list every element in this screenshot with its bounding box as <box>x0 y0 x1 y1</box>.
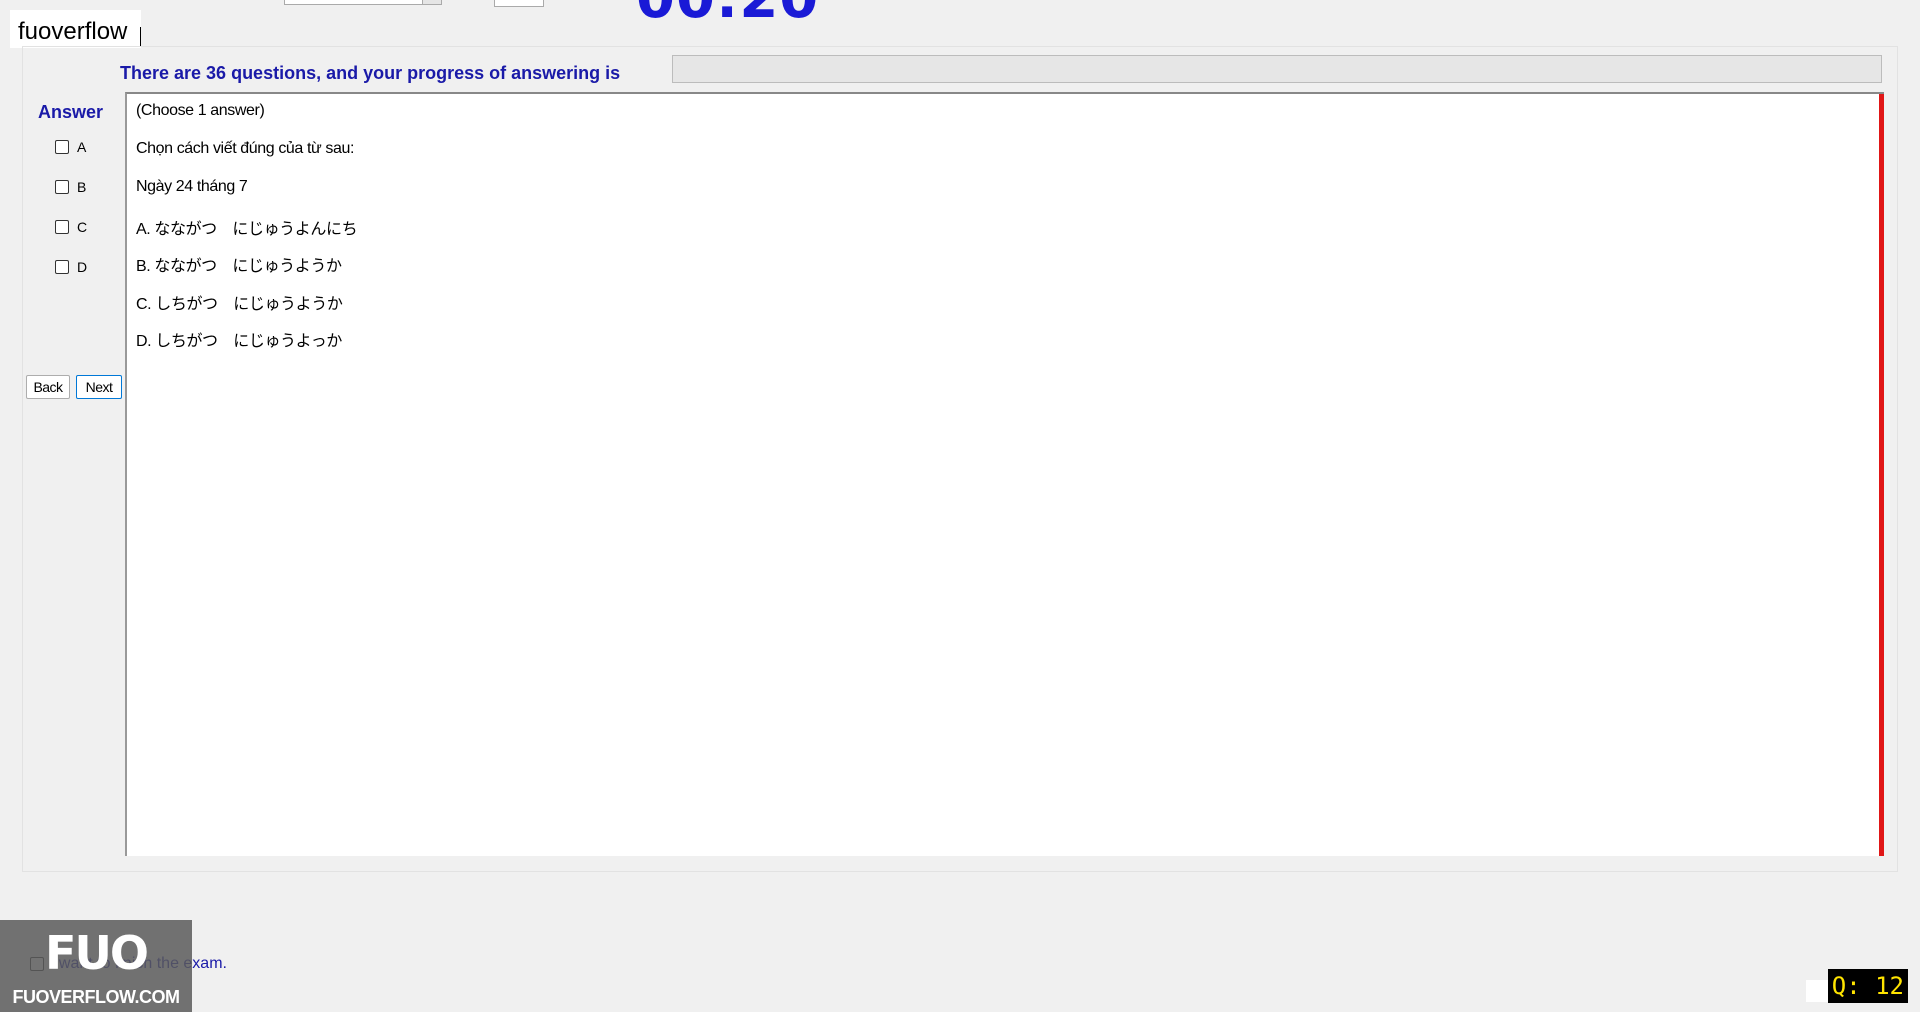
logo-mark: FUO <box>45 926 149 980</box>
timer-display: 00:20 <box>636 0 819 31</box>
answer-option-b[interactable]: B <box>55 177 125 197</box>
progress-label: There are 36 questions, and your progres… <box>120 63 621 83</box>
option-label: A <box>77 139 87 155</box>
answer-label: Answer <box>38 102 104 122</box>
answer-option-d[interactable]: D <box>55 257 125 277</box>
choice-d: D. しちがつ にじゅうよっか <box>136 333 342 350</box>
option-label: C <box>77 219 88 235</box>
question-term: Ngày 24 tháng 7 <box>136 178 248 195</box>
answer-option-c[interactable]: C <box>55 217 125 237</box>
chevron-down-icon[interactable] <box>422 0 441 4</box>
progress-bar <box>672 55 1882 83</box>
answer-option-a[interactable]: A <box>55 137 125 157</box>
question-instruction: (Choose 1 answer) <box>136 102 265 119</box>
option-label: B <box>77 179 87 195</box>
watermark-text: fuoverflow <box>10 10 141 48</box>
choice-c: C. しちがつ にじゅうようか <box>136 296 343 313</box>
choice-a: A. なながつ にじゅうよんにち <box>136 221 358 238</box>
fuoverflow-logo: FUO FUOVERFLOW.COM <box>0 920 192 1012</box>
back-button[interactable]: Back <box>26 375 70 399</box>
checkbox-b[interactable] <box>55 180 69 194</box>
choice-b: B. なながつ にじゅうようか <box>136 258 342 275</box>
logo-text: FUOVERFLOW.COM <box>12 987 181 1007</box>
exam-code-combobox[interactable] <box>284 0 442 5</box>
question-prompt: Chọn cách viết đúng của từ sau: <box>136 140 355 157</box>
question-content-box: (Choose 1 answer) Chọn cách viết đúng củ… <box>125 92 1884 856</box>
scroll-indicator <box>1879 94 1884 856</box>
checkbox-a[interactable] <box>55 140 69 154</box>
text-caret <box>140 27 141 47</box>
next-button[interactable]: Next <box>76 375 122 399</box>
option-label: D <box>77 259 88 275</box>
question-counter: Q: 12 <box>1827 969 1908 1003</box>
small-field[interactable] <box>494 0 544 7</box>
checkbox-c[interactable] <box>55 220 69 234</box>
checkbox-d[interactable] <box>55 260 69 274</box>
